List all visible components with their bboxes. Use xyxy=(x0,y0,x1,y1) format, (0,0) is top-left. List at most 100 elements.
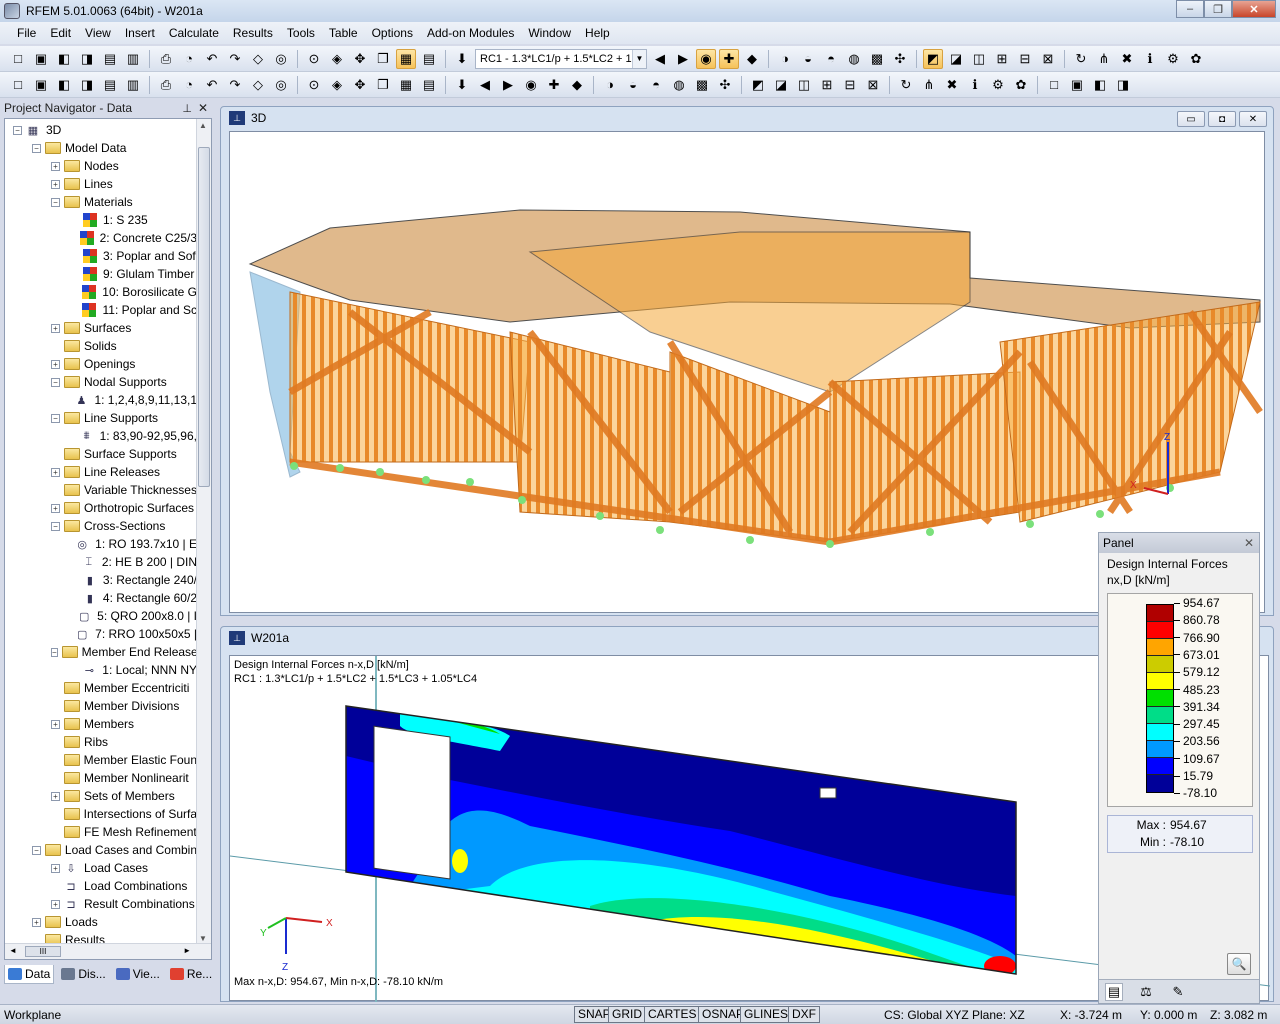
pin-icon[interactable]: ⊥ xyxy=(182,102,192,115)
mesh-icon[interactable]: ▩ xyxy=(867,49,887,69)
node-icon[interactable]: □ xyxy=(8,75,28,95)
tree-item[interactable]: − Line Supports xyxy=(7,409,197,427)
expand-icon[interactable]: + xyxy=(51,863,60,873)
multi-view-icon[interactable]: ⚙ xyxy=(988,75,1008,95)
tree-item[interactable]: Surface Supports xyxy=(7,445,197,463)
zoom-out-icon[interactable]: ◆ xyxy=(567,75,587,95)
scroll-left-icon[interactable]: ◄ xyxy=(9,946,17,955)
open-folder-icon[interactable]: ▣ xyxy=(31,49,51,69)
tree-item[interactable]: Member Eccentriciti xyxy=(7,679,197,697)
polyline-icon[interactable]: ◨ xyxy=(77,75,97,95)
tree-horizontal-scrollbar[interactable]: ◄ III ► xyxy=(5,943,211,959)
tree-item[interactable]: − Materials xyxy=(7,193,197,211)
dimension-icon[interactable]: ◔ xyxy=(179,75,199,95)
tree-item[interactable]: Member Divisions xyxy=(7,697,197,715)
menu-view[interactable]: View xyxy=(78,26,118,40)
iso-view-icon[interactable]: ◑ xyxy=(600,75,620,95)
zoom-in-icon[interactable]: ✚ xyxy=(544,75,564,95)
results-table-icon[interactable]: ◓ xyxy=(821,49,841,69)
panel-zoom-button[interactable]: 🔍 xyxy=(1227,953,1251,975)
expand-icon[interactable]: + xyxy=(51,323,60,333)
tree-item[interactable]: − Nodal Supports xyxy=(7,373,197,391)
display-icon[interactable]: ◪ xyxy=(771,75,791,95)
tree-item[interactable]: − Load Cases and Combin xyxy=(7,841,197,859)
tree-item[interactable]: ▮ 4: Rectangle 60/2 xyxy=(7,589,197,607)
tree-item[interactable]: Solids xyxy=(7,337,197,355)
status-toggle-glines[interactable]: GLINES xyxy=(740,1006,793,1023)
info-icon[interactable]: ℹ xyxy=(1140,49,1160,69)
navigator-tab-data[interactable]: Data xyxy=(4,964,55,984)
menu-table[interactable]: Table xyxy=(322,26,365,40)
collapse-icon[interactable]: − xyxy=(13,125,22,135)
diagrams-icon[interactable]: ◍ xyxy=(844,49,864,69)
tree-item[interactable]: Ribs xyxy=(7,733,197,751)
render-1-icon[interactable]: ◩ xyxy=(923,48,943,69)
tree-item[interactable]: + Orthotropic Surfaces xyxy=(7,499,197,517)
chevron-down-icon[interactable]: ▼ xyxy=(632,49,646,68)
restore-button[interactable]: ❐ xyxy=(1204,0,1232,18)
sections-2-icon[interactable]: ✿ xyxy=(1011,75,1031,95)
color-scale-tab-icon[interactable]: ▤ xyxy=(1105,982,1123,1001)
render-2-icon[interactable]: ◪ xyxy=(946,49,966,69)
surface-results-icon[interactable]: ↻ xyxy=(896,75,916,95)
tree-item[interactable]: Variable Thicknesses xyxy=(7,481,197,499)
load-surface-icon[interactable]: ▶ xyxy=(498,75,518,95)
collapse-icon[interactable]: − xyxy=(51,197,60,207)
box-icon[interactable]: ◈ xyxy=(327,75,347,95)
close-navigator-icon[interactable]: ✕ xyxy=(198,101,208,115)
tree-item[interactable]: + Lines xyxy=(7,175,197,193)
minimize-button[interactable]: – xyxy=(1176,0,1204,18)
3d-view-icon[interactable]: ◒ xyxy=(623,75,643,95)
panel-close-icon[interactable]: ✕ xyxy=(1244,536,1254,550)
load-line-icon[interactable]: ⬇ xyxy=(452,75,472,95)
load-member-icon[interactable]: ◀ xyxy=(475,75,495,95)
hscroll-thumb[interactable]: III xyxy=(25,946,61,957)
model-check-icon[interactable]: ✿ xyxy=(1186,49,1206,69)
tree-item[interactable]: 9: Glulam Timber xyxy=(7,265,197,283)
expand-icon[interactable]: + xyxy=(51,359,60,369)
menu-results[interactable]: Results xyxy=(226,26,280,40)
windows-icon[interactable]: ❐ xyxy=(373,49,393,69)
save-archive-icon[interactable]: ◨ xyxy=(77,49,97,69)
move-view-icon[interactable]: ✥ xyxy=(350,49,370,69)
member-set-icon[interactable]: ⊞ xyxy=(817,75,837,95)
tree-item[interactable]: 1: S 235 xyxy=(7,211,197,229)
menu-insert[interactable]: Insert xyxy=(118,26,162,40)
line-icon[interactable]: ▣ xyxy=(31,75,51,95)
show-results-icon[interactable]: ◆ xyxy=(742,49,762,69)
tree-item[interactable]: ⊸ 1: Local; NNN NY xyxy=(7,661,197,679)
nodal-support-icon[interactable]: ▤ xyxy=(100,75,120,95)
expand-icon[interactable]: + xyxy=(51,791,60,801)
collapse-icon[interactable]: − xyxy=(32,143,41,153)
select-all-icon[interactable]: ◇ xyxy=(248,49,268,69)
window-maximize-button[interactable]: ◘ xyxy=(1208,111,1236,127)
collapse-icon[interactable]: − xyxy=(32,845,41,855)
copy-icon[interactable]: ✥ xyxy=(350,75,370,95)
load-nodal-icon[interactable]: ▤ xyxy=(419,75,439,95)
solid-results-icon[interactable]: ⋔ xyxy=(919,75,939,95)
menu-window[interactable]: Window xyxy=(521,26,578,40)
tree-vertical-scrollbar[interactable]: ▲ ▼ xyxy=(196,119,211,945)
scroll-thumb[interactable] xyxy=(198,147,210,487)
tree-item[interactable]: FE Mesh Refinement xyxy=(7,823,197,841)
expand-icon[interactable]: + xyxy=(51,503,60,513)
tree-item[interactable]: + ⇩ Load Cases xyxy=(7,859,197,877)
rotate-icon[interactable]: ↻ xyxy=(1071,49,1091,69)
tree-item[interactable]: 2: Concrete C25/3 xyxy=(7,229,197,247)
section-cut-icon[interactable]: ◫ xyxy=(794,75,814,95)
tree-item[interactable]: ▮ 3: Rectangle 240/ xyxy=(7,571,197,589)
menu-options[interactable]: Options xyxy=(365,26,420,40)
deformation-icon[interactable]: ◒ xyxy=(798,49,818,69)
undo-icon[interactable]: ↶ xyxy=(202,49,222,69)
zoom-select-icon[interactable]: ◎ xyxy=(271,49,291,69)
result-display-icon[interactable]: ◉ xyxy=(696,48,716,69)
tree-item[interactable]: ⊐ Load Combinations xyxy=(7,877,197,895)
navigator-tab-views[interactable]: Vie... xyxy=(113,965,163,983)
delete-x-icon[interactable]: ✖ xyxy=(1117,49,1137,69)
expand-icon[interactable]: + xyxy=(32,917,41,927)
scroll-right-icon[interactable]: ► xyxy=(183,946,191,955)
print-icon[interactable]: ⎙ xyxy=(156,49,176,69)
next-icon[interactable]: ▶ xyxy=(673,49,693,69)
collapse-icon[interactable]: − xyxy=(51,521,60,531)
tree-item[interactable]: + Line Releases xyxy=(7,463,197,481)
